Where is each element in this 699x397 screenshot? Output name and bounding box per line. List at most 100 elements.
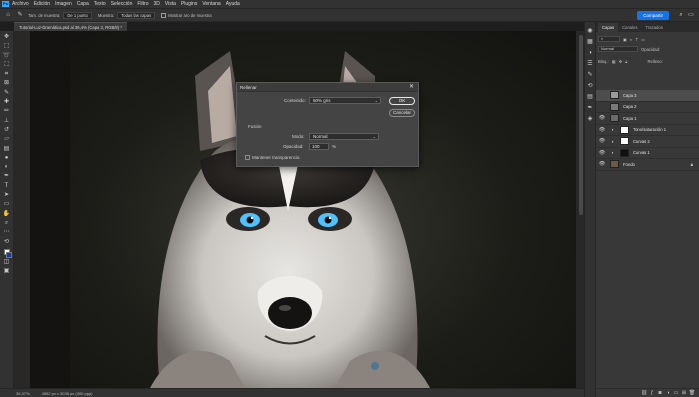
link-layers-icon[interactable]: ⛓ xyxy=(640,390,648,396)
menu-vista[interactable]: Vista xyxy=(165,1,176,7)
type-tool-icon[interactable]: T xyxy=(2,182,12,191)
shape-tool-icon[interactable]: ▭ xyxy=(2,200,12,209)
crop-tool-icon[interactable]: ⌗ xyxy=(2,70,12,79)
document-tab[interactable]: Tutorial-Luz-Dramática.psd al 36,4% (Cap… xyxy=(14,22,127,31)
eraser-tool-icon[interactable]: ▱ xyxy=(2,135,12,144)
show-sampling-ring-checkbox[interactable]: Mostrar aro de muestra xyxy=(161,12,215,18)
filter-adjust-icon[interactable]: ◐ xyxy=(630,37,633,42)
workspace-icon[interactable]: ▭ xyxy=(687,11,695,20)
styles-panel-icon[interactable]: ◈ xyxy=(586,114,595,125)
menu-ventana[interactable]: Ventana xyxy=(202,1,220,7)
vertical-scrollbar[interactable] xyxy=(579,35,583,215)
filter-shape-icon[interactable]: ▭ xyxy=(641,37,645,42)
menu-edicion[interactable]: Edición xyxy=(34,1,50,7)
blur-tool-icon[interactable]: ● xyxy=(2,154,12,163)
menu-seleccion[interactable]: Selección xyxy=(111,1,133,7)
fx-icon[interactable]: ƒ xyxy=(648,390,656,396)
visibility-eye-icon[interactable]: 👁︎ xyxy=(598,115,606,121)
lock-all-icon[interactable]: 🔒︎ xyxy=(625,59,627,64)
layer-row[interactable]: 👁︎ ◐ Curvas 2 xyxy=(596,136,699,148)
preserve-transparency-checkbox[interactable] xyxy=(245,155,250,160)
photoshop-logo-icon[interactable]: Ps xyxy=(2,1,9,7)
brush-panel-icon[interactable]: ✎ xyxy=(586,70,595,81)
filter-kind-select[interactable]: ⌕ xyxy=(598,36,620,42)
dodge-tool-icon[interactable]: ◐ xyxy=(2,163,12,172)
quick-mask-icon[interactable]: ◫ xyxy=(2,258,12,267)
color-panel-icon[interactable]: ◉ xyxy=(586,26,595,37)
tab-channels[interactable]: Canales xyxy=(618,23,641,32)
brush-tool-icon[interactable]: ✏ xyxy=(2,107,12,116)
lock-icon[interactable]: 🔒︎ xyxy=(691,162,693,167)
pen-tool-icon[interactable]: ✒ xyxy=(2,172,12,181)
healing-brush-icon[interactable]: ✚ xyxy=(2,98,12,107)
layer-row[interactable]: 👁︎ ◐ Curvas 1 xyxy=(596,148,699,159)
layer-row[interactable]: 👁︎ Capa 1 xyxy=(596,113,699,125)
frame-tool-icon[interactable]: ⊠ xyxy=(2,79,12,88)
swatches-panel-icon[interactable]: ▦ xyxy=(586,37,595,48)
history-brush-icon[interactable]: ↺ xyxy=(2,126,12,135)
screen-mode-icon[interactable]: ▣ xyxy=(2,267,12,276)
object-select-tool-icon[interactable]: ⛶ xyxy=(2,61,12,70)
mode-select[interactable]: Normal ⌄ xyxy=(309,133,379,140)
gradient-tool-icon[interactable]: ▤ xyxy=(2,145,12,154)
blend-mode-select[interactable]: Normal xyxy=(598,46,638,52)
zoom-level[interactable]: 36,37% xyxy=(16,391,30,396)
visibility-eye-icon[interactable]: 👁︎ xyxy=(598,138,606,144)
delete-layer-icon[interactable]: 🗑︎ xyxy=(688,390,696,396)
eyedropper-tool-icon[interactable]: ✎ xyxy=(16,11,24,19)
contents-select[interactable]: 50% gris ⌄ xyxy=(309,97,381,104)
new-layer-icon[interactable]: ⊞ xyxy=(680,390,688,396)
libraries-panel-icon[interactable]: ▤ xyxy=(586,92,595,103)
hand-tool-icon[interactable]: ✋ xyxy=(2,210,12,219)
visibility-eye-icon[interactable]: 👁︎ xyxy=(598,161,606,167)
search-icon[interactable]: ⌕ xyxy=(677,11,685,20)
more-tools-icon[interactable]: ⋯ xyxy=(2,228,12,237)
cancel-button[interactable]: Cancelar xyxy=(389,109,415,117)
ok-button[interactable]: OK xyxy=(389,97,415,105)
path-select-icon[interactable]: ➤ xyxy=(2,191,12,200)
close-icon[interactable]: ✕ xyxy=(409,83,414,92)
layer-row[interactable]: 👁︎ ◐ Tono/saturación 1 xyxy=(596,125,699,136)
lock-position-icon[interactable]: ✥ xyxy=(619,59,623,64)
sample-select[interactable]: Todas las capas xyxy=(117,11,156,19)
move-tool-icon[interactable]: ✥ xyxy=(2,33,12,42)
share-button[interactable]: Compartir xyxy=(637,11,669,20)
marquee-tool-icon[interactable]: ⬚ xyxy=(2,42,12,51)
tab-layers[interactable]: Capas xyxy=(598,23,619,32)
home-icon[interactable]: ⌂ xyxy=(4,11,12,19)
menu-3d[interactable]: 3D xyxy=(154,1,160,7)
add-mask-icon[interactable]: ◙ xyxy=(656,390,664,396)
fill-label: Relleno: xyxy=(647,58,663,64)
tab-paths[interactable]: Trazados xyxy=(641,23,666,32)
menu-capa[interactable]: Capa xyxy=(77,1,89,7)
filter-pixel-icon[interactable]: ▣ xyxy=(623,37,627,42)
checkbox-box[interactable] xyxy=(161,12,167,18)
paths-panel-icon[interactable]: ✒ xyxy=(586,103,595,114)
lock-pixels-icon[interactable]: ▦ xyxy=(612,59,616,64)
adjustment-layer-icon: ◐ xyxy=(611,150,615,156)
sample-size-select[interactable]: De 1 punto xyxy=(63,11,92,19)
menu-imagen[interactable]: Imagen xyxy=(55,1,72,7)
eyedropper-icon[interactable]: ✎ xyxy=(2,89,12,98)
layer-row[interactable]: 👁︎ Fondo 🔒︎ xyxy=(596,159,699,171)
filter-type-icon[interactable]: T xyxy=(636,37,639,42)
lasso-tool-icon[interactable]: ➰ xyxy=(2,52,12,61)
new-group-icon[interactable]: ▭ xyxy=(672,390,680,396)
layer-row[interactable]: Capa 2 xyxy=(596,102,699,113)
menu-filtro[interactable]: Filtro xyxy=(137,1,148,7)
visibility-eye-icon[interactable]: 👁︎ xyxy=(598,150,606,156)
layer-row[interactable]: Capa 3 xyxy=(596,90,699,102)
visibility-eye-icon[interactable]: 👁︎ xyxy=(598,127,606,133)
adjustments-panel-icon[interactable]: ◑ xyxy=(586,48,595,59)
menu-texto[interactable]: Texto xyxy=(94,1,106,7)
new-adjustment-icon[interactable]: ◑ xyxy=(664,390,672,396)
opacity-input[interactable]: 100 xyxy=(309,143,329,150)
menu-plugins[interactable]: Plugins xyxy=(181,1,197,7)
clone-stamp-icon[interactable]: ⊥ xyxy=(2,117,12,126)
menu-ayuda[interactable]: Ayuda xyxy=(226,1,240,7)
zoom-tool-icon[interactable]: ⌕ xyxy=(2,219,12,228)
menu-archivo[interactable]: Archivo xyxy=(12,1,29,7)
history-panel-icon[interactable]: ⟲ xyxy=(586,81,595,92)
rotate-view-icon[interactable]: ⟲ xyxy=(2,238,12,247)
properties-panel-icon[interactable]: ☰ xyxy=(586,59,595,70)
